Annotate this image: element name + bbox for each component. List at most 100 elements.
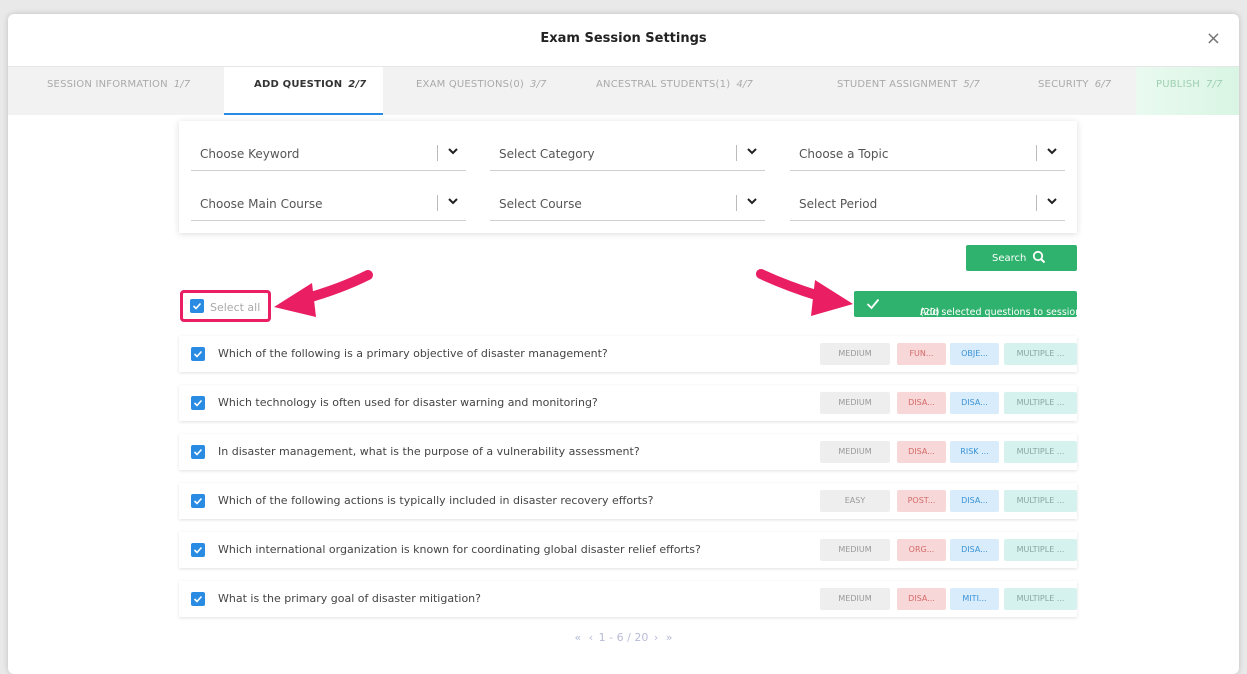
checkmark-icon <box>866 298 880 310</box>
search-button[interactable]: Search <box>966 245 1077 271</box>
modal-header: Exam Session Settings × <box>8 14 1239 67</box>
difficulty-badge: MEDIUM <box>820 343 890 365</box>
topic-badge: RISK ... <box>950 441 999 463</box>
tab-security[interactable]: SECURITY 6/7 <box>1038 67 1111 115</box>
course-select[interactable]: Select Course <box>490 189 765 221</box>
keyword-placeholder: Choose Keyword <box>200 147 300 161</box>
category-badge: DISA... <box>897 441 946 463</box>
topic-badge: DISA... <box>950 539 999 561</box>
tab-exam-questions[interactable]: EXAM QUESTIONS(0) 3/7 <box>416 67 547 115</box>
question-text: In disaster management, what is the purp… <box>218 445 640 458</box>
modal-title: Exam Session Settings <box>540 31 707 46</box>
tab-label: SESSION INFORMATION <box>47 79 168 90</box>
difficulty-badge: EASY <box>820 490 890 512</box>
question-text: Which of the following actions is typica… <box>218 494 654 507</box>
question-text: Which technology is often used for disas… <box>218 396 598 409</box>
tab-ancestral-students[interactable]: ANCESTRAL STUDENTS(1) 4/7 <box>596 67 753 115</box>
tab-publish[interactable]: PUBLISH 7/7 <box>1136 67 1239 115</box>
tab-label: ADD QUESTION <box>254 79 343 90</box>
category-placeholder: Select Category <box>499 147 595 161</box>
question-row: Which technology is often used for disas… <box>179 385 1077 421</box>
chevron-down-icon <box>448 148 458 155</box>
difficulty-badge: MEDIUM <box>820 539 890 561</box>
page-range-label: 1 - 6 / 20 <box>598 631 649 644</box>
step-tabs: SESSION INFORMATION 1/7 ADD QUESTION 2/7 E… <box>8 67 1239 115</box>
search-button-label: Search <box>992 253 1027 264</box>
question-row: In disaster management, what is the purp… <box>179 434 1077 470</box>
question-checkbox[interactable] <box>191 445 205 459</box>
category-badge: POST... <box>897 490 946 512</box>
chevron-down-icon <box>747 148 757 155</box>
select-divider <box>736 145 737 161</box>
type-badge: MULTIPLE ... <box>1004 588 1077 610</box>
chevron-down-icon <box>448 198 458 205</box>
difficulty-badge: MEDIUM <box>820 392 890 414</box>
chevron-down-icon <box>747 198 757 205</box>
question-text: Which international organization is know… <box>218 543 701 556</box>
topic-badge: MITI... <box>950 588 999 610</box>
category-badge: ORG... <box>897 539 946 561</box>
search-icon <box>1032 250 1046 264</box>
main-course-select[interactable]: Choose Main Course <box>191 189 466 221</box>
tab-label: SECURITY <box>1038 79 1089 90</box>
next-page-button[interactable]: › <box>654 631 658 644</box>
tab-student-assignment[interactable]: STUDENT ASSIGNMENT 5/7 <box>837 67 980 115</box>
tab-session-information[interactable]: SESSION INFORMATION 1/7 <box>47 67 190 115</box>
tab-step: 2/7 <box>348 79 367 90</box>
select-all-checkbox[interactable]: Select all <box>180 290 271 322</box>
question-checkbox[interactable] <box>191 592 205 606</box>
type-badge: MULTIPLE ... <box>1004 392 1077 414</box>
question-text: Which of the following is a primary obje… <box>218 347 608 360</box>
tab-step: 5/7 <box>963 79 981 90</box>
last-page-button[interactable]: » <box>666 631 673 644</box>
category-badge: FUN... <box>897 343 946 365</box>
filter-panel: Choose Keyword Select Category Choose a … <box>179 121 1077 233</box>
tab-step: 1/7 <box>173 79 191 90</box>
chevron-down-icon <box>1047 198 1057 205</box>
category-select[interactable]: Select Category <box>490 139 765 171</box>
tab-add-question[interactable]: ADD QUESTION 2/7 <box>224 67 383 115</box>
select-divider <box>1036 195 1037 211</box>
question-checkbox[interactable] <box>191 396 205 410</box>
question-row: Which international organization is know… <box>179 532 1077 568</box>
category-badge: DISA... <box>897 588 946 610</box>
question-row: What is the primary goal of disaster mit… <box>179 581 1077 617</box>
chevron-down-icon <box>1047 148 1057 155</box>
select-divider <box>437 195 438 211</box>
select-divider <box>736 195 737 211</box>
tab-step: 4/7 <box>736 79 754 90</box>
difficulty-badge: MEDIUM <box>820 588 890 610</box>
prev-page-button[interactable]: ‹ <box>589 631 593 644</box>
first-page-button[interactable]: « <box>575 631 582 644</box>
close-icon[interactable]: × <box>1206 28 1221 49</box>
question-checkbox[interactable] <box>191 347 205 361</box>
question-row: Which of the following is a primary obje… <box>179 336 1077 372</box>
exam-session-modal: Exam Session Settings × SESSION INFORMAT… <box>8 14 1239 674</box>
topic-badge: DISA... <box>950 392 999 414</box>
keyword-select[interactable]: Choose Keyword <box>191 139 466 171</box>
period-select[interactable]: Select Period <box>790 189 1065 221</box>
select-divider <box>437 145 438 161</box>
type-badge: MULTIPLE ... <box>1004 441 1077 463</box>
main-course-placeholder: Choose Main Course <box>200 197 323 211</box>
select-all-label: Select all <box>210 301 261 314</box>
checkbox-checked-icon <box>190 299 204 313</box>
tab-label: PUBLISH <box>1156 79 1200 90</box>
tab-label: ANCESTRAL STUDENTS(1) <box>596 79 731 90</box>
topic-badge: OBJE... <box>950 343 999 365</box>
question-text: What is the primary goal of disaster mit… <box>218 592 481 605</box>
tab-step: 6/7 <box>1094 79 1112 90</box>
category-badge: DISA... <box>897 392 946 414</box>
tab-step: 7/7 <box>1206 79 1223 90</box>
question-checkbox[interactable] <box>191 543 205 557</box>
select-divider <box>1036 145 1037 161</box>
tab-label: EXAM QUESTIONS(0) <box>416 79 524 90</box>
annotation-arrow-left-icon <box>274 270 373 317</box>
annotation-arrow-right-icon <box>756 269 853 316</box>
course-placeholder: Select Course <box>499 197 582 211</box>
question-row: Which of the following actions is typica… <box>179 483 1077 519</box>
question-checkbox[interactable] <box>191 494 205 508</box>
tab-step: 3/7 <box>530 79 547 90</box>
topic-select[interactable]: Choose a Topic <box>790 139 1065 171</box>
add-selected-questions-button[interactable]: Add selected questions to session (20) <box>854 291 1081 318</box>
